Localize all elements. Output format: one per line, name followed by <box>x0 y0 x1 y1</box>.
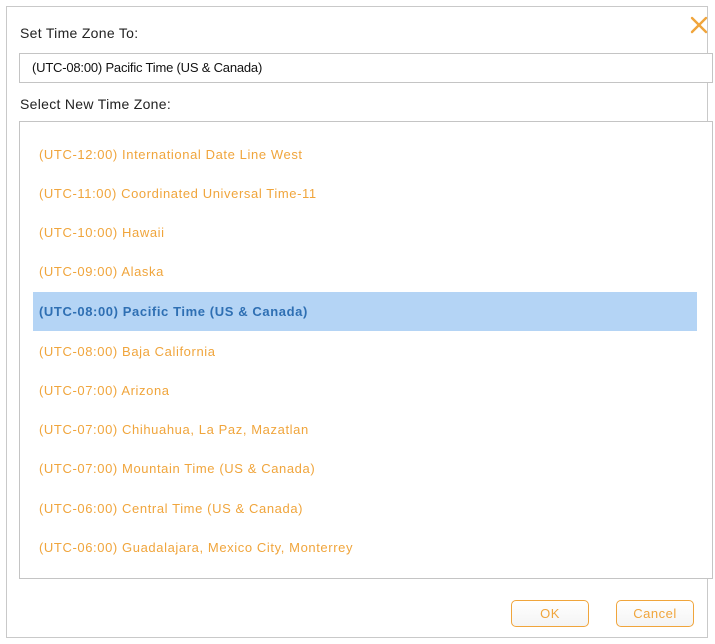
time-zone-option-selected[interactable]: (UTC-08:00) Pacific Time (US & Canada) <box>33 292 697 331</box>
time-zone-option[interactable]: (UTC-06:00) Central Time (US & Canada) <box>33 489 697 528</box>
time-zone-option[interactable]: (UTC-08:00) Baja California <box>33 332 697 371</box>
time-zone-option[interactable]: (UTC-07:00) Arizona <box>33 371 697 410</box>
ok-button[interactable]: OK <box>511 600 589 627</box>
current-time-zone-label: Set Time Zone To: <box>20 25 139 41</box>
time-zone-option[interactable]: (UTC-12:00) International Date Line West <box>33 135 697 174</box>
time-zone-option[interactable]: (UTC-06:00) Guadalajara, Mexico City, Mo… <box>33 528 697 567</box>
time-zone-option[interactable]: (UTC-09:00) Alaska <box>33 252 697 291</box>
time-zone-option[interactable]: (UTC-11:00) Coordinated Universal Time-1… <box>33 174 697 213</box>
new-time-zone-label: Select New Time Zone: <box>20 96 172 112</box>
time-zone-option[interactable]: (UTC-07:00) Mountain Time (US & Canada) <box>33 449 697 488</box>
time-zone-list[interactable]: (UTC-12:00) International Date Line West… <box>19 121 713 579</box>
current-time-zone-field[interactable]: (UTC-08:00) Pacific Time (US & Canada) <box>19 53 713 83</box>
time-zone-option[interactable]: (UTC-10:00) Hawaii <box>33 213 697 252</box>
cancel-button[interactable]: Cancel <box>616 600 694 627</box>
close-icon[interactable] <box>688 14 710 36</box>
time-zone-option[interactable]: (UTC-07:00) Chihuahua, La Paz, Mazatlan <box>33 410 697 449</box>
